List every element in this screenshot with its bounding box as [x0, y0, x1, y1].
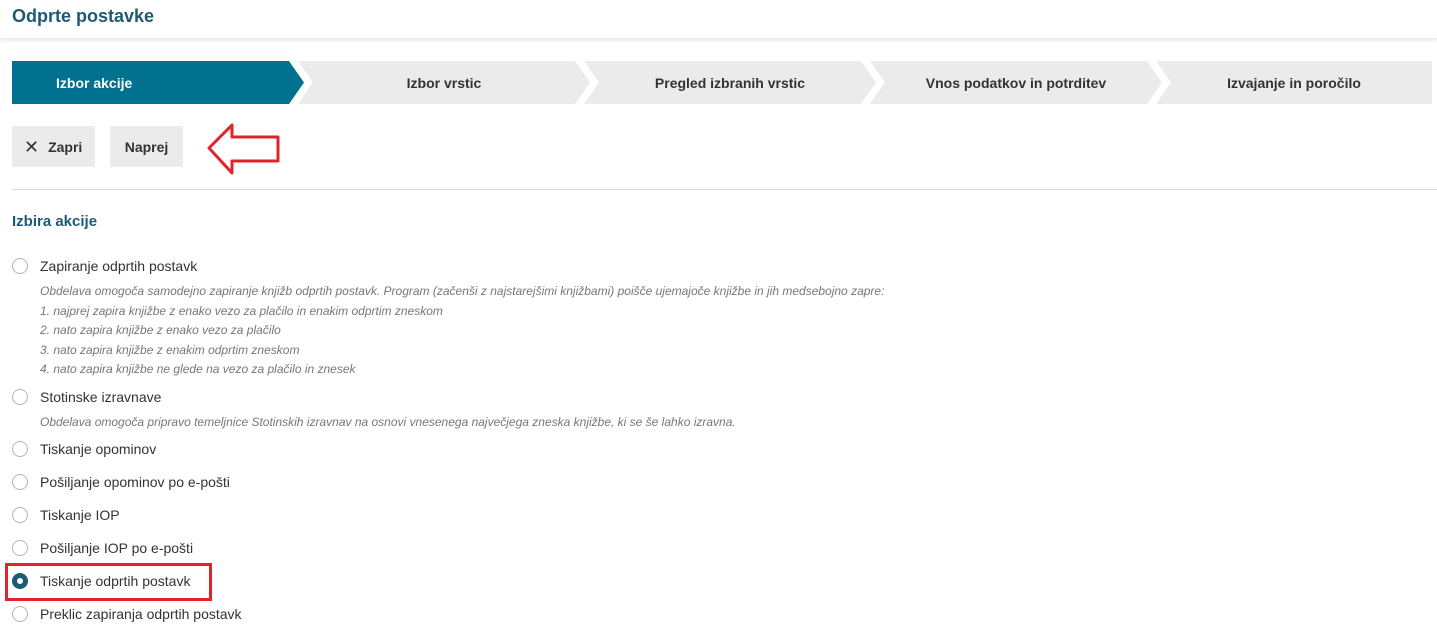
- option-label: Zapiranje odprtih postavk: [40, 258, 198, 274]
- radio-button[interactable]: [12, 258, 28, 274]
- wizard-step-label: Izbor akcije: [56, 74, 133, 91]
- option-label: Stotinske izravnave: [40, 389, 162, 405]
- option-description: Obdelava omogoča pripravo temeljnice Sto…: [40, 413, 736, 433]
- wizard-step-label: Vnos podatkov in potrditev: [925, 74, 1107, 91]
- divider: [12, 189, 1437, 190]
- wizard-step-label: Izbor vrstic: [406, 74, 482, 91]
- wizard-step-izvajanje-in-porocilo[interactable]: Izvajanje in poročilo: [1156, 61, 1432, 104]
- option-label: Preklic zapiranja odprtih postavk: [40, 606, 242, 622]
- option-label: Pošiljanje opominov po e-pošti: [40, 474, 230, 490]
- page-title: Odprte postavke: [12, 6, 155, 26]
- radio-button[interactable]: [12, 389, 28, 405]
- description-line: Obdelava omogoča samodejno zapiranje knj…: [40, 284, 885, 298]
- description-line: 1. najprej zapira knjižbe z enako vezo z…: [40, 303, 443, 318]
- close-button[interactable]: ✕ Zapri: [12, 126, 95, 167]
- option-preklic-zapiranja[interactable]: Preklic zapiranja odprtih postavk: [12, 606, 242, 622]
- wizard-step-vnos-podatkov[interactable]: Vnos podatkov in potrditev: [870, 61, 1162, 104]
- wizard-step-pregled-izbranih-vrstic[interactable]: Pregled izbranih vrstic: [584, 61, 876, 104]
- description-line: 2. nato zapira knjižbe z enako vezo za p…: [40, 323, 281, 337]
- wizard-step-label: Pregled izbranih vrstic: [654, 74, 806, 91]
- radio-button[interactable]: [12, 606, 28, 622]
- section-title: Izbira akcije: [12, 213, 98, 230]
- next-button[interactable]: Naprej: [110, 126, 183, 167]
- option-description: Obdelava omogoča samodejno zapiranje knj…: [40, 282, 884, 380]
- description-line: 3. nato zapira knjižbe z enakim odprtim …: [40, 342, 300, 357]
- next-button-label: Naprej: [124, 138, 169, 155]
- option-tiskanje-iop[interactable]: Tiskanje IOP: [12, 507, 120, 523]
- arrow-left-icon: [207, 123, 280, 175]
- wizard-step-izbor-akcije[interactable]: Izbor akcije: [12, 61, 304, 104]
- radio-button[interactable]: [12, 540, 28, 556]
- option-label: Tiskanje opominov: [40, 441, 157, 457]
- option-posiljanje-iop[interactable]: Pošiljanje IOP po e-pošti: [12, 540, 193, 556]
- close-button-label: Zapri: [48, 138, 83, 155]
- description-line: 4. nato zapira knjižbe ne glede na vezo …: [40, 362, 356, 376]
- description-line: Obdelava omogoča pripravo temeljnice Sto…: [40, 415, 736, 429]
- top-bar: Odprte postavke: [0, 0, 1437, 38]
- highlight-box: [5, 563, 212, 601]
- option-label: Tiskanje IOP: [40, 507, 120, 523]
- radio-button[interactable]: [12, 507, 28, 523]
- wizard-step-label: Izvajanje in poročilo: [1227, 74, 1361, 91]
- wizard-step-izbor-vrstic[interactable]: Izbor vrstic: [298, 61, 590, 104]
- wizard-steps: Izbor akcije Izbor vrstic Pregled izbran…: [12, 61, 1432, 104]
- option-stotinske-izravnave[interactable]: Stotinske izravnave: [12, 389, 161, 405]
- radio-button[interactable]: [12, 441, 28, 457]
- option-posiljanje-opominov[interactable]: Pošiljanje opominov po e-pošti: [12, 474, 230, 490]
- option-tiskanje-opominov[interactable]: Tiskanje opominov: [12, 441, 156, 457]
- option-label: Pošiljanje IOP po e-pošti: [40, 540, 194, 556]
- option-zapiranje-odprtih-postavk[interactable]: Zapiranje odprtih postavk: [12, 258, 197, 274]
- close-icon: ✕: [24, 136, 40, 157]
- radio-button[interactable]: [12, 474, 28, 490]
